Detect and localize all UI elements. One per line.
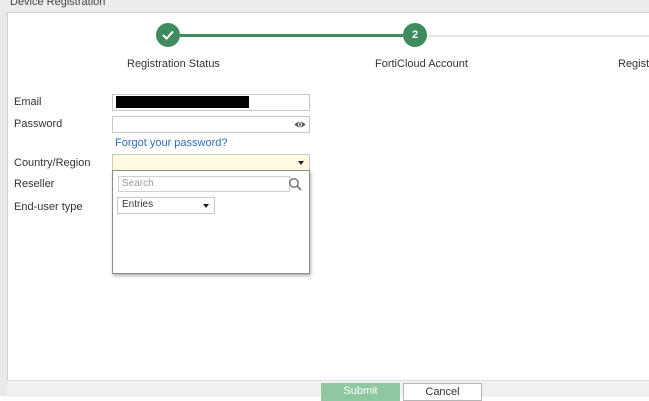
chevron-down-icon — [203, 204, 209, 208]
email-label: Email — [14, 96, 42, 108]
search-icon[interactable] — [287, 176, 303, 192]
dialog-title: Device Registration — [10, 0, 106, 8]
step-connector-complete — [180, 34, 403, 37]
checkmark-icon — [162, 30, 174, 40]
step-connector-pending — [427, 35, 649, 37]
left-border — [0, 12, 8, 396]
forgot-password-link[interactable]: Forgot your password? — [115, 137, 228, 149]
entries-select[interactable]: Entries — [117, 197, 215, 214]
dialog-title-bar: Device Registration — [0, 0, 649, 13]
cancel-button[interactable]: Cancel — [403, 383, 482, 401]
step-2-active: 2 — [403, 23, 427, 47]
submit-button[interactable]: Submit — [321, 383, 400, 401]
step-2-label: FortiCloud Account — [375, 58, 468, 70]
entries-label: Entries — [122, 199, 154, 210]
step-1-label: Registration Status — [127, 58, 220, 70]
email-redacted-value — [116, 96, 249, 108]
chevron-down-icon — [298, 161, 304, 165]
password-label: Password — [14, 118, 63, 130]
step-3-label: Registr — [618, 58, 649, 70]
email-field[interactable] — [112, 94, 310, 111]
reseller-label: Reseller — [14, 178, 55, 190]
country-region-select[interactable] — [112, 154, 310, 171]
dropdown-search-input[interactable]: Search — [118, 176, 290, 192]
country-dropdown-panel: Search Entries — [112, 170, 310, 274]
password-field[interactable] — [112, 116, 310, 133]
end-user-type-label: End-user type — [14, 201, 83, 213]
eye-icon[interactable] — [294, 119, 306, 130]
country-label: Country/Region — [14, 157, 91, 169]
step-2-number: 2 — [411, 29, 419, 41]
step-1-complete — [156, 23, 180, 47]
